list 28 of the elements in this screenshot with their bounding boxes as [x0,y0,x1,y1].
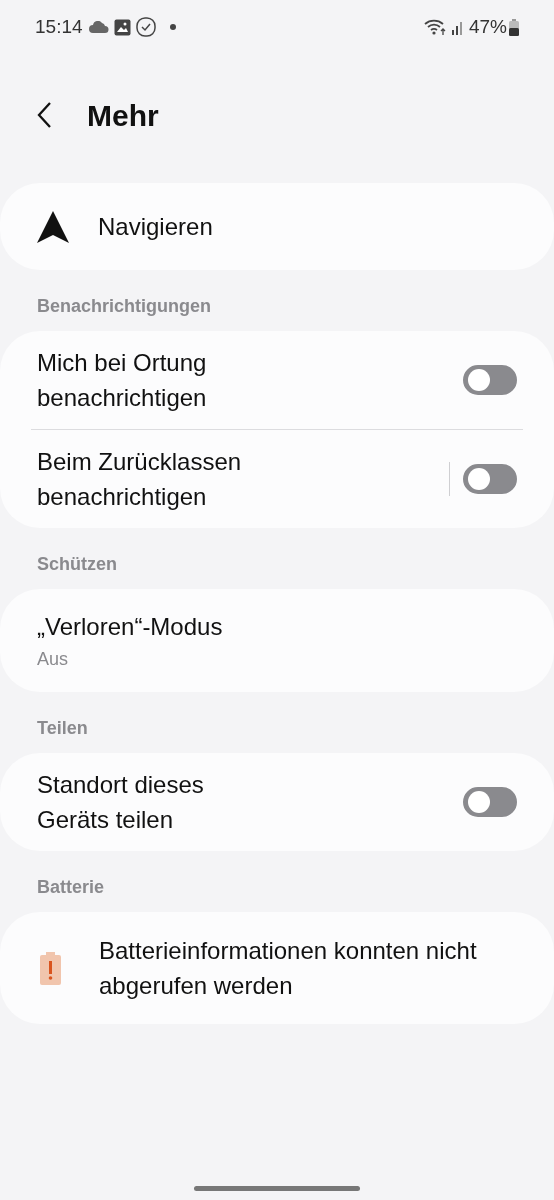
navigation-arrow-icon [36,210,70,243]
battery-message: Batterieinformationen konnten nicht abgerufen werden [99,936,478,1001]
wifi-icon [423,18,448,36]
battery-icon [509,18,519,36]
section-header: Teilen [36,717,89,740]
setting-label: Mich bei Ortung benachrichtigen [37,348,208,413]
signal-icon [450,19,465,35]
page-title: Mehr [87,97,159,134]
image-icon [113,18,131,36]
navigate-card[interactable]: Navigieren [0,183,554,270]
dot-icon [169,24,176,30]
toggle-switch[interactable] [463,365,517,395]
section-header: Batterie [36,876,106,899]
setting-label: Standort dieses Geräts teilen [37,770,205,835]
navigate-label: Navigieren [98,211,213,242]
cloud-icon [88,21,109,33]
section-header: Benachrichtigungen [36,295,212,318]
setting-label: „Verloren“-Modus [37,611,224,642]
toggle-switch[interactable] [463,464,517,494]
battery-percent: 47% [468,14,507,39]
lost-mode-item[interactable]: „Verloren“-Modus Aus [0,589,554,692]
battery-warning-icon [40,951,61,985]
status-time: 15:14 [35,14,83,39]
toggle-switch[interactable] [463,787,517,817]
section-header: Schützen [36,553,118,576]
setting-label: Beim Zurücklassen benachrichtigen [37,447,243,512]
setting-value: Aus [37,647,70,671]
back-icon [36,101,52,129]
